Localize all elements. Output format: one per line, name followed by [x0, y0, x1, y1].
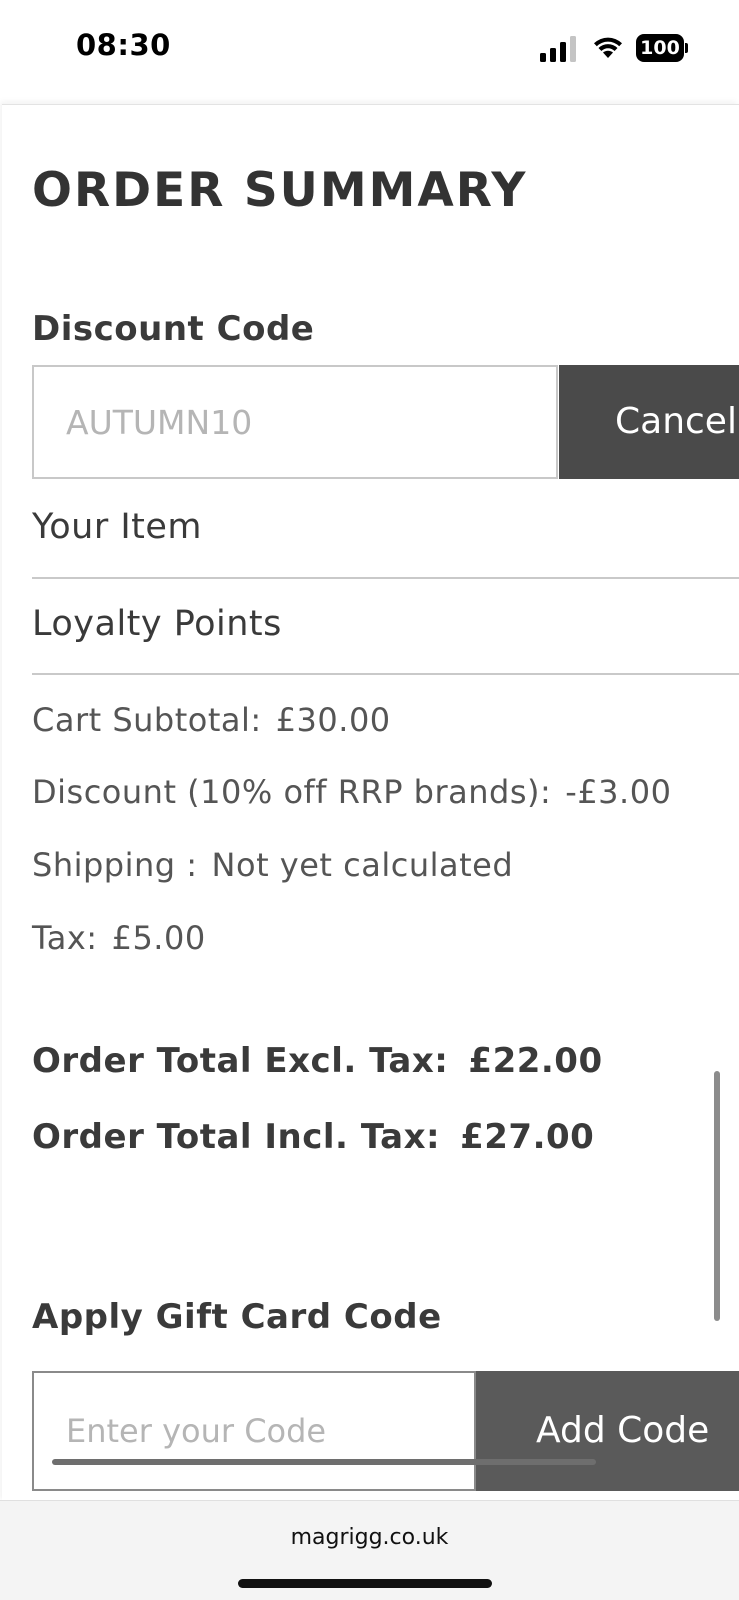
status-bar: 08:30 100 [0, 0, 739, 100]
order-total-incl-tax-line: Order Total Incl. Tax: £27.00 [32, 1117, 594, 1157]
vertical-scrollbar[interactable] [714, 1071, 720, 1321]
discount-line: Discount (10% off RRP brands): -£3.00 [32, 773, 671, 811]
tax-label: Tax: [32, 919, 98, 957]
cart-subtotal-line: Cart Subtotal: £30.00 [32, 701, 391, 739]
your-item-section[interactable]: Your Item [32, 507, 739, 547]
cellular-signal-icon [540, 36, 576, 62]
shipping-label: Shipping : [32, 846, 198, 884]
cart-subtotal-label: Cart Subtotal: [32, 701, 262, 739]
discount-code-label: Discount Code [32, 309, 315, 349]
url-text[interactable]: magrigg.co.uk [0, 1525, 739, 1550]
screen: 08:30 100 ORDER SUMMARY Discount Code Ca… [0, 0, 739, 1600]
order-total-excl-tax-value: £22.00 [468, 1041, 603, 1081]
shipping-value: Not yet calculated [211, 846, 514, 884]
gift-card-code-input[interactable] [32, 1371, 476, 1491]
order-summary-panel: ORDER SUMMARY Discount Code Cancel Your … [2, 104, 739, 1501]
discount-code-input[interactable] [32, 365, 558, 479]
order-total-incl-tax-label: Order Total Incl. Tax: [32, 1117, 441, 1157]
battery-level: 100 [636, 34, 684, 62]
battery-icon: 100 [636, 34, 688, 62]
add-code-button[interactable]: Add Code [476, 1371, 739, 1491]
page-title: ORDER SUMMARY [32, 163, 528, 218]
horizontal-scrollbar[interactable] [52, 1459, 596, 1465]
wifi-icon [594, 37, 622, 58]
order-total-incl-tax-value: £27.00 [460, 1117, 595, 1157]
order-total-excl-tax-label: Order Total Excl. Tax: [32, 1041, 449, 1081]
gift-card-label: Apply Gift Card Code [32, 1297, 442, 1337]
tax-line: Tax: £5.00 [32, 919, 206, 957]
loyalty-points-section[interactable]: Loyalty Points [32, 604, 739, 644]
discount-label: Discount (10% off RRP brands): [32, 773, 552, 811]
home-indicator[interactable] [238, 1579, 492, 1588]
browser-address-bar[interactable]: magrigg.co.uk [0, 1500, 739, 1600]
battery-tip [685, 43, 688, 53]
shipping-line: Shipping : Not yet calculated [32, 846, 513, 884]
divider [32, 673, 739, 675]
cancel-discount-button[interactable]: Cancel [559, 365, 739, 479]
cart-subtotal-value: £30.00 [275, 701, 391, 739]
status-time: 08:30 [76, 28, 171, 62]
tax-value: £5.00 [111, 919, 206, 957]
order-total-excl-tax-line: Order Total Excl. Tax: £22.00 [32, 1041, 603, 1081]
divider [32, 577, 739, 579]
discount-value: -£3.00 [565, 773, 672, 811]
